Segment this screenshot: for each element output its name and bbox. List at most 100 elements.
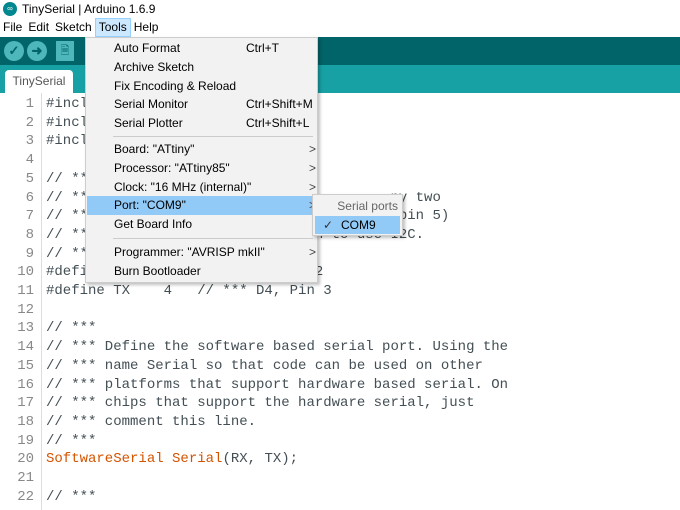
code-text: #incl [46,114,89,131]
chevron-right-icon: > [309,245,317,259]
code-line: 19 // *** [0,432,96,451]
menu-item-get-board-info[interactable]: Get Board Info [87,215,316,234]
line-number: 2 [25,114,34,131]
code-line: 14 // *** Define the software based seria… [0,338,508,357]
menu-item-fix-encoding[interactable]: Fix Encoding & Reload [87,77,316,96]
menu-item-serial-monitor[interactable]: Serial Monitor Ctrl+Shift+M [87,95,316,114]
line-number: 16 [17,376,34,393]
verify-button[interactable]: ✓ [4,41,24,61]
line-number: 10 [17,264,34,281]
menu-item-clock[interactable]: Clock: "16 MHz (internal)" > [87,178,316,197]
menu-item-archive-sketch[interactable]: Archive Sketch [87,58,316,77]
port-submenu: Serial ports ✓ COM9 [312,194,403,236]
label: Programmer: "AVRISP mkII" [114,245,265,259]
menu-tools[interactable]: Tools [94,18,131,37]
line-number: 11 [17,283,34,299]
code-text: // *** comment this line. [46,413,257,430]
label: Port: "COM9" [114,198,186,212]
line-number: 17 [17,395,34,412]
code-text: // *** [46,432,97,449]
menu-separator [113,136,313,137]
code-line: 17 // *** chips that support the hardware… [0,394,474,413]
line-number: 7 [25,208,34,225]
menu-item-auto-format[interactable]: Auto Format Ctrl+T [87,39,316,58]
shortcut: Ctrl+Shift+L [246,116,310,130]
menu-item-programmer[interactable]: Programmer: "AVRISP mkII" > [87,243,316,262]
code-line: 16 // *** platforms that support hardware… [0,376,508,395]
arduino-logo-icon: ∞ [3,2,17,16]
line-number: 13 [17,320,34,337]
port-item-com9[interactable]: ✓ COM9 [315,216,400,234]
line-number: 15 [17,357,34,374]
line-number: 8 [25,226,34,243]
line-number: 1 [25,96,34,112]
line-number: 6 [25,189,34,206]
code-text: // *** [46,488,97,505]
checkmark-icon: ✓ [323,218,334,232]
line-number: 22 [17,488,34,505]
menu-separator [113,238,313,239]
code-line: 20 SoftwareSerial Serial(RX, TX); [0,450,298,469]
label: Clock: "16 MHz (internal)" [114,180,252,194]
code-line: 1 #incl [0,95,88,114]
code-line: 5// *** [0,170,97,189]
line-number: 21 [17,470,34,486]
menu-file[interactable]: File [0,18,25,37]
title-bar: ∞ TinySerial | Arduino 1.6.9 [0,0,680,18]
code-text: // *** chips that support the hardware s… [46,395,475,412]
chevron-right-icon: > [309,142,317,156]
line-number: 18 [17,413,34,430]
code-text: #incl [46,133,89,150]
code-text: // *** [46,320,97,337]
code-text: // *** Define the software based serial … [46,339,509,356]
window-title: TinySerial | Arduino 1.6.9 [22,2,156,16]
line-number: 20 [17,451,34,468]
code-line: 9// *** [0,245,97,264]
shortcut: Ctrl+Shift+M [246,97,313,111]
label: Archive Sketch [114,60,195,74]
code-line: 21 [0,469,46,488]
tools-menu: Auto Format Ctrl+T Archive Sketch Fix Enc… [85,37,318,283]
code-keyword: SoftwareSerial Serial [46,451,223,468]
code-text: // *** platforms that support hardware b… [46,376,509,393]
menu-help[interactable]: Help [131,18,162,37]
new-button[interactable]: 🗎 [56,41,74,61]
code-line: 11 #define TX 4 // *** D4, Pin 3 [0,282,332,301]
label: Board: "ATtiny" [114,142,195,156]
line-number: 3 [25,133,34,150]
code-text: #define TX 4 // *** D4, Pin 3 [46,283,332,299]
code-line: 2 #incl [0,114,88,133]
code-line: 15 // *** name Serial so that code can be… [0,357,483,376]
line-number: 19 [17,432,34,449]
code-line: 13 // *** [0,319,96,338]
menu-item-burn-bootloader[interactable]: Burn Bootloader [87,262,316,281]
menu-item-port[interactable]: Port: "COM9"> [87,196,316,215]
menu-sketch[interactable]: Sketch [52,18,95,37]
submenu-header: Serial ports [337,199,398,213]
code-line: 22 // *** [0,488,96,507]
label: Burn Bootloader [114,264,201,278]
label: Fix Encoding & Reload [114,79,237,93]
label: Auto Format [114,41,181,55]
code-line: 18 // *** comment this line. [0,413,256,432]
code-text: #incl [46,96,89,112]
tab-tinyserial[interactable]: TinySerial [5,70,73,93]
label: Get Board Info [114,217,193,231]
code-line: 12 [0,301,46,320]
line-number: 9 [25,245,34,262]
line-number: 12 [17,301,34,318]
code-text: (RX, TX); [222,451,299,468]
menu-item-processor[interactable]: Processor: "ATtiny85" > [87,159,316,178]
line-number: 4 [25,152,34,169]
label: COM9 [341,218,376,232]
menu-item-board[interactable]: Board: "ATtiny" > [87,140,316,159]
shortcut: Ctrl+T [246,41,279,55]
code-line: 3 #incl [0,132,88,151]
label: Serial Plotter [114,116,183,130]
upload-button[interactable]: ➜ [27,41,47,61]
menu-item-serial-plotter[interactable]: Serial Plotter Ctrl+Shift+L [87,114,316,133]
line-number: 14 [17,339,34,356]
line-number: 5 [25,170,34,187]
menu-edit[interactable]: Edit [25,18,52,37]
label: Processor: "ATtiny85" [114,161,230,175]
